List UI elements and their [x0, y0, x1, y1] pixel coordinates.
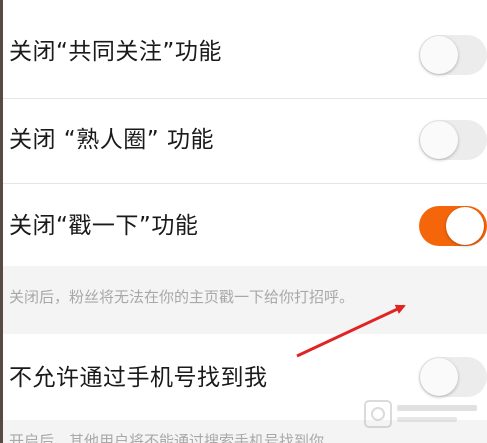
toggle-knob — [420, 358, 458, 396]
setting-label-phone-search: 不允许通过手机号找到我 — [9, 365, 268, 391]
poke-note: 关闭后，粉丝将无法在你的主页戳一下给你打招呼。 — [3, 266, 487, 334]
acquaintance-circle-toggle[interactable] — [419, 120, 487, 160]
setting-row-acquaintance-circle[interactable]: 关闭 “熟人圈” 功能 — [3, 99, 487, 183]
setting-label-mutual-follow: 关闭“共同关注”功能 — [9, 39, 222, 65]
poke-toggle[interactable] — [419, 206, 487, 246]
mutual-follow-toggle[interactable] — [419, 35, 487, 75]
toggle-knob — [420, 36, 458, 74]
setting-row-mutual-follow[interactable]: 关闭“共同关注”功能 — [3, 0, 487, 98]
setting-label-poke: 关闭“戳一下”功能 — [9, 213, 199, 239]
setting-row-poke[interactable]: 关闭“戳一下”功能 — [3, 184, 487, 266]
toggle-knob — [420, 121, 458, 159]
toggle-knob — [446, 207, 484, 245]
watermark-logo — [364, 400, 477, 428]
phone-search-note-text: 开启后，其他用户将不能通过搜索手机号找到你 — [9, 432, 325, 443]
phone-search-toggle[interactable] — [419, 357, 487, 397]
poke-note-text: 关闭后，粉丝将无法在你的主页戳一下给你打招呼。 — [9, 288, 355, 306]
setting-label-acquaintance-circle: 关闭 “熟人圈” 功能 — [9, 127, 214, 153]
